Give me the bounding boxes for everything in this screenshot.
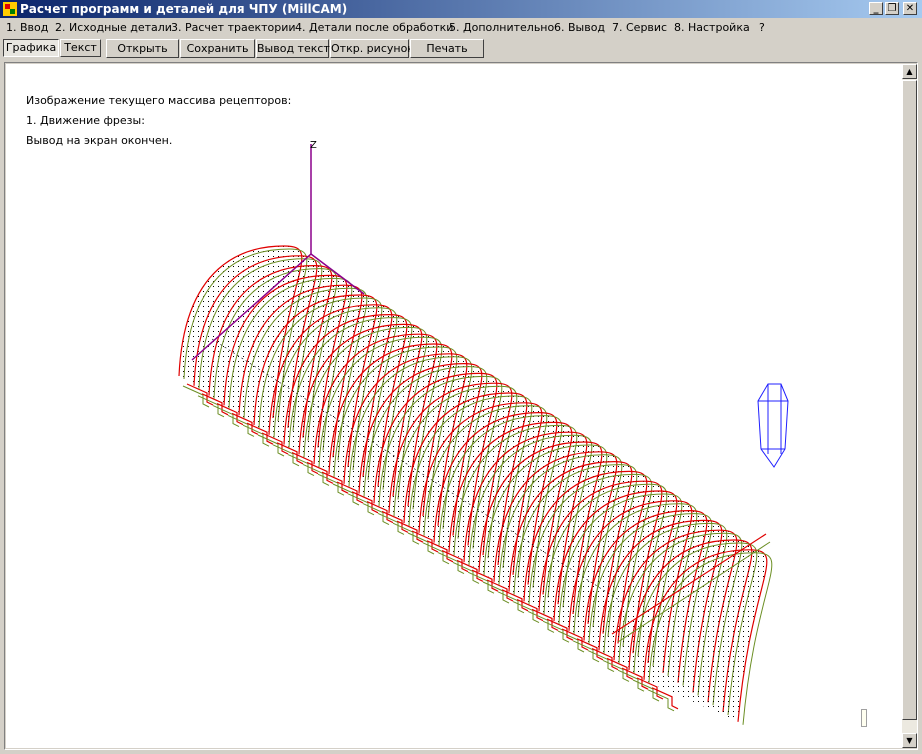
toolpath-arches <box>178 245 773 725</box>
print-button[interactable]: Печать <box>410 39 484 58</box>
output-text-button[interactable]: Вывод текста <box>256 39 337 58</box>
tab-text[interactable]: Текст <box>60 39 101 57</box>
title-bar: Расчет программ и деталей для ЧПУ (MillC… <box>0 0 922 18</box>
menu-bar: 1. Ввод 2. Исходные детали 3. Расчет тра… <box>0 18 922 37</box>
scroll-down-icon[interactable]: ▼ <box>902 733 917 748</box>
window-title: Расчет программ и деталей для ЧПУ (MillC… <box>20 2 348 16</box>
tooth-green <box>647 689 675 712</box>
minimize-button[interactable]: _ <box>869 2 883 15</box>
close-button[interactable]: ✕ <box>903 2 917 15</box>
menu-additional[interactable]: 5. Дополнительно <box>449 21 554 34</box>
tab-graphics[interactable]: Графика <box>3 39 59 57</box>
cutter-icon <box>757 383 789 468</box>
app-icon <box>3 2 17 16</box>
restore-button[interactable]: ❐ <box>885 2 899 15</box>
status-marker <box>861 709 867 727</box>
menu-source-parts[interactable]: 2. Исходные детали <box>55 21 172 34</box>
menu-trajectory[interactable]: 3. Расчет траектории <box>171 21 296 34</box>
graphics-canvas[interactable]: Изображение текущего массива рецепторов:… <box>6 64 902 748</box>
menu-input[interactable]: 1. Ввод <box>6 21 48 34</box>
menu-parts-after[interactable]: 4. Детали после обработки <box>295 21 453 34</box>
scroll-thumb[interactable] <box>902 80 917 720</box>
scroll-up-icon[interactable]: ▲ <box>902 64 917 79</box>
toolpath-scene: Z <box>178 140 789 725</box>
menu-service[interactable]: 7. Сервис <box>612 21 667 34</box>
z-axis-label: Z <box>310 140 317 151</box>
open-picture-button[interactable]: Откр. рисунок <box>330 39 414 58</box>
open-button[interactable]: Открыть <box>106 39 179 58</box>
menu-settings[interactable]: 8. Настройка <box>674 21 750 34</box>
menu-output[interactable]: 6. Вывод <box>554 21 605 34</box>
vertical-scrollbar[interactable]: ▲ ▼ <box>902 64 917 748</box>
save-button[interactable]: Сохранить <box>180 39 255 58</box>
menu-help[interactable]: ? <box>759 21 765 34</box>
toolbar: Графика Текст Открыть Сохранить Вывод те… <box>0 37 922 59</box>
